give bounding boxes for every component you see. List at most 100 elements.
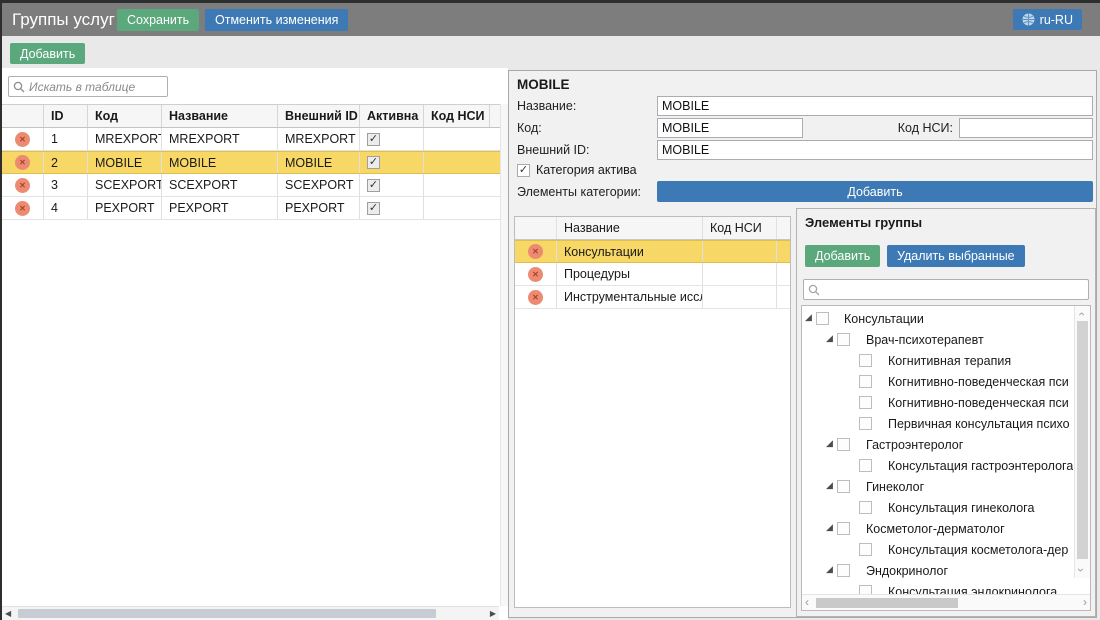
tree-item-label: Консультация гинеколога	[888, 501, 1073, 515]
nsi-code-field[interactable]	[959, 118, 1093, 138]
tree-horizontal-scrollbar[interactable]: ‹ ›	[802, 594, 1090, 610]
tree-checkbox[interactable]	[837, 522, 850, 535]
expand-arrow-icon[interactable]: ◢	[805, 313, 812, 323]
delete-row-icon[interactable]	[15, 201, 30, 216]
tree-checkbox[interactable]	[837, 480, 850, 493]
active-checkbox[interactable]	[367, 179, 380, 192]
expand-arrow-icon[interactable]: ◢	[826, 523, 833, 533]
add-group-button[interactable]: Добавить	[10, 43, 85, 64]
scroll-left-icon[interactable]: ‹	[805, 596, 809, 608]
tree-checkbox[interactable]	[816, 312, 829, 325]
tree-item[interactable]: ◢ Косметолог-дерматолог	[802, 519, 1073, 540]
tree-checkbox[interactable]	[837, 438, 850, 451]
header-name: Название	[162, 105, 278, 127]
header-nsi-code: Код НСИ	[703, 217, 777, 239]
external-id-field[interactable]	[657, 140, 1093, 160]
expand-arrow-icon[interactable]: ◢	[826, 565, 833, 575]
horizontal-scrollbar[interactable]: ◀ ▶	[2, 606, 499, 620]
scrollbar-thumb[interactable]	[18, 609, 436, 618]
tree-item[interactable]: ◢ Врач-психотерапевт	[802, 330, 1073, 351]
table-search[interactable]	[8, 76, 168, 97]
tree-item-label: Гастроэнтеролог	[866, 438, 1073, 452]
tree-item[interactable]: ◢ Эндокринолог	[802, 561, 1073, 582]
expand-arrow-icon[interactable]: ◢	[826, 334, 833, 344]
tree-checkbox[interactable]	[859, 459, 872, 472]
tree-item-label: Когнитивно-поведенческая пси	[888, 375, 1073, 389]
group-elements-panel: Элементы группы Добавить Удалить выбранн…	[796, 208, 1096, 617]
tree-checkbox[interactable]	[859, 501, 872, 514]
header-delete-column	[515, 217, 557, 239]
delete-row-icon[interactable]	[528, 267, 543, 282]
header-code: Код	[88, 105, 162, 127]
expand-arrow-icon[interactable]: ◢	[826, 439, 833, 449]
locale-switcher[interactable]: ru-RU	[1013, 9, 1082, 30]
tree-item[interactable]: Консультация гастроэнтеролога	[802, 456, 1073, 477]
tree-item[interactable]: Консультация косметолога-дер	[802, 540, 1073, 561]
tree-item[interactable]: Первичная консультация психо	[802, 414, 1073, 435]
tree-checkbox[interactable]	[859, 375, 872, 388]
cell-external-id: MOBILE	[278, 152, 360, 173]
table-row[interactable]: 3 SCEXPORT SCEXPORT SCEXPORT	[2, 174, 500, 197]
tree-vertical-scrollbar[interactable]: › ›	[1074, 306, 1090, 578]
header-spacer	[777, 217, 790, 239]
tree-item[interactable]: Консультация гинеколога	[802, 498, 1073, 519]
tree-item[interactable]: Когнитивно-поведенческая пси	[802, 372, 1073, 393]
scroll-right-icon[interactable]: ›	[1083, 596, 1087, 608]
tree-item-label: Эндокринолог	[866, 564, 1073, 578]
add-element-button[interactable]: Добавить	[805, 245, 880, 267]
scrollbar-thumb[interactable]	[816, 598, 958, 608]
tree-checkbox[interactable]	[859, 396, 872, 409]
tree-item-label: Первичная консультация психо	[888, 417, 1073, 431]
cell-id: 4	[44, 197, 88, 219]
active-checkbox[interactable]	[367, 133, 380, 146]
table-row[interactable]: 4 PEXPORT PEXPORT PEXPORT	[2, 197, 500, 220]
delete-row-icon[interactable]	[15, 155, 30, 170]
add-category-element-button[interactable]: Добавить	[657, 181, 1093, 202]
groups-table-panel: ID Код Название Внешний ID Активна Код Н…	[2, 68, 508, 620]
tree-item-label: Когнитивно-поведенческая пси	[888, 396, 1073, 410]
vertical-scrollbar[interactable]	[500, 104, 508, 606]
cell-nsi	[424, 152, 490, 173]
category-active-checkbox[interactable]	[517, 164, 530, 177]
active-checkbox[interactable]	[367, 202, 380, 215]
tree-item-label: Консультация гастроэнтеролога	[888, 459, 1073, 473]
tree-item[interactable]: ◢ Гастроэнтеролог	[802, 435, 1073, 456]
cell-name: MOBILE	[162, 152, 278, 173]
scrollbar-thumb[interactable]	[1077, 321, 1088, 559]
scroll-down-icon[interactable]: ›	[1075, 568, 1087, 572]
page-title: Группы услуг	[12, 10, 115, 30]
tree-item[interactable]: Когнитивная терапия	[802, 351, 1073, 372]
tree-checkbox[interactable]	[859, 417, 872, 430]
tree-item[interactable]: Когнитивно-поведенческая пси	[802, 393, 1073, 414]
save-button[interactable]: Сохранить	[117, 9, 199, 31]
table-row-selected[interactable]: 2 MOBILE MOBILE MOBILE	[2, 151, 500, 174]
code-field[interactable]	[657, 118, 803, 138]
active-checkbox[interactable]	[367, 156, 380, 169]
tree-item[interactable]: ◢ Консультации	[802, 309, 1073, 330]
cancel-changes-button[interactable]: Отменить изменения	[205, 9, 348, 31]
tree-search[interactable]	[803, 279, 1089, 300]
delete-row-icon[interactable]	[528, 244, 543, 259]
tree-item-label: Когнитивная терапия	[888, 354, 1073, 368]
scroll-up-icon[interactable]: ›	[1075, 312, 1087, 316]
tree-item[interactable]: ◢ Гинеколог	[802, 477, 1073, 498]
search-input[interactable]	[29, 80, 163, 94]
scroll-left-icon[interactable]: ◀	[5, 609, 11, 618]
name-field[interactable]	[657, 96, 1093, 116]
tree-search-input[interactable]	[824, 283, 1084, 297]
delete-row-icon[interactable]	[15, 132, 30, 147]
delete-row-icon[interactable]	[528, 290, 543, 305]
scroll-right-icon[interactable]: ▶	[490, 609, 496, 618]
tree-checkbox[interactable]	[859, 543, 872, 556]
delete-row-icon[interactable]	[15, 178, 30, 193]
expand-arrow-icon[interactable]: ◢	[826, 481, 833, 491]
table-row[interactable]: 1 MREXPORT MREXPORT MREXPORT	[2, 128, 500, 151]
delete-selected-button[interactable]: Удалить выбранные	[887, 245, 1025, 267]
header-nsi-code: Код НСИ	[424, 105, 490, 127]
subtable-row-selected[interactable]: Консультации	[515, 240, 790, 263]
tree-checkbox[interactable]	[837, 333, 850, 346]
subtable-row[interactable]: Инструментальные иссле	[515, 286, 790, 309]
tree-checkbox[interactable]	[837, 564, 850, 577]
tree-checkbox[interactable]	[859, 354, 872, 367]
subtable-row[interactable]: Процедуры	[515, 263, 790, 286]
